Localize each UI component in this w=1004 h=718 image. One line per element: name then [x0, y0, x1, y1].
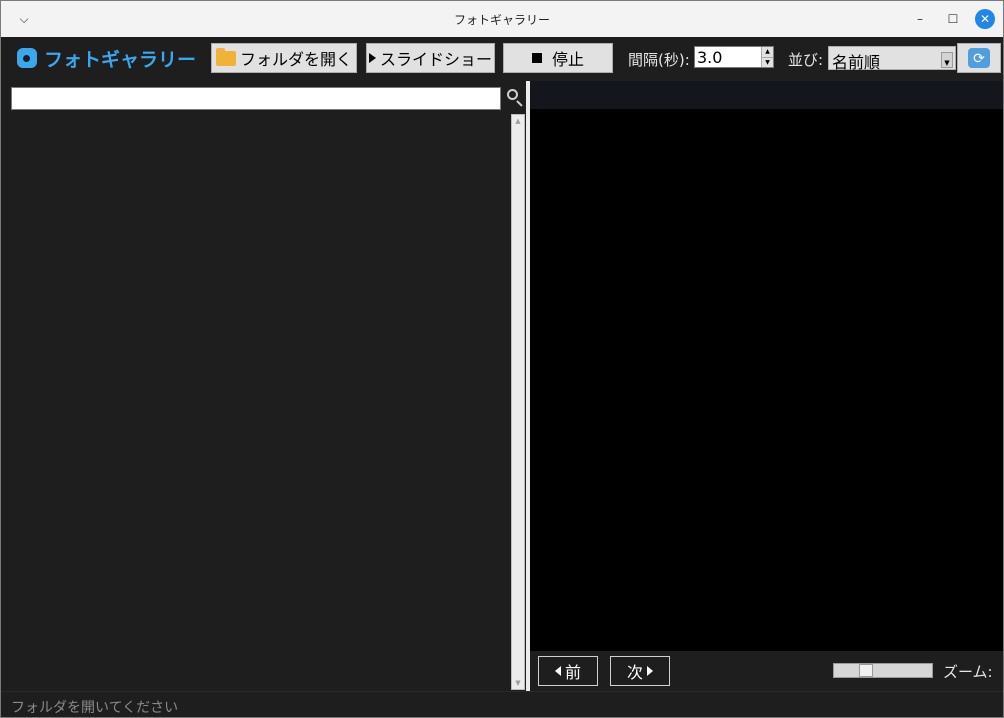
- window-title: フォトギャラリー: [453, 13, 550, 27]
- zoom-label: ズーム:: [943, 663, 993, 681]
- interval-label: 間隔(秒):: [628, 51, 690, 69]
- status-bar: フォルダを開いてください: [1, 691, 1003, 717]
- search-input[interactable]: [11, 87, 501, 110]
- interval-input[interactable]: [695, 47, 761, 67]
- status-text: フォルダを開いてください: [11, 700, 179, 716]
- next-label: 次: [626, 665, 643, 682]
- refresh-button[interactable]: ⟳: [957, 43, 1001, 73]
- app-name: フォトギャラリー: [44, 48, 197, 71]
- next-button[interactable]: 次: [610, 656, 670, 686]
- refresh-icon: ⟳: [968, 48, 990, 68]
- chevron-down-icon[interactable]: ▼: [941, 52, 953, 68]
- viewer-panel: 前 次 ズーム:: [530, 81, 1003, 691]
- open-folder-button[interactable]: フォルダを開く: [211, 43, 357, 73]
- stop-label: 停止: [551, 52, 584, 69]
- open-folder-label: フォルダを開く: [239, 52, 352, 69]
- play-icon: [368, 53, 376, 63]
- minimize-button[interactable]: –: [911, 10, 929, 28]
- camera-icon: [17, 48, 37, 68]
- thumbnail-list[interactable]: [9, 113, 509, 691]
- title-bar: ⌵ フォトギャラリー – ☐ ✕: [1, 1, 1003, 37]
- sort-label: 並び:: [788, 51, 824, 69]
- spin-up-button[interactable]: ▲: [761, 47, 773, 57]
- close-button[interactable]: ✕: [975, 9, 995, 29]
- thumbnail-panel: ▲ ▼: [3, 81, 528, 691]
- image-info-bar: [530, 81, 1003, 109]
- scroll-down-icon[interactable]: ▼: [512, 677, 524, 689]
- zoom-slider[interactable]: [833, 663, 933, 678]
- slideshow-label: スライドショー: [379, 52, 492, 69]
- triangle-right-icon: [647, 666, 653, 676]
- zoom-slider-thumb[interactable]: [859, 664, 873, 677]
- image-canvas[interactable]: [530, 109, 1003, 651]
- app-logo: フォトギャラリー: [17, 46, 197, 71]
- sort-value: 名前順: [832, 53, 881, 72]
- slideshow-button[interactable]: スライドショー: [366, 43, 495, 73]
- interval-spinbox: ▲ ▼: [694, 46, 774, 68]
- prev-button[interactable]: 前: [538, 656, 598, 686]
- triangle-left-icon: [554, 666, 561, 676]
- stop-button[interactable]: 停止: [503, 43, 613, 73]
- thumbnail-scrollbar[interactable]: ▲ ▼: [511, 114, 525, 690]
- prev-label: 前: [564, 665, 581, 682]
- stop-icon: [531, 53, 542, 63]
- toolbar: フォトギャラリー フォルダを開く スライドショー 停止 間隔(秒): ▲ ▼ 並…: [1, 37, 1003, 79]
- spin-down-button[interactable]: ▼: [761, 57, 773, 67]
- scroll-up-icon[interactable]: ▲: [512, 115, 524, 127]
- sort-select[interactable]: 名前順 ▼: [828, 46, 956, 72]
- search-icon[interactable]: [504, 87, 526, 109]
- maximize-button[interactable]: ☐: [944, 10, 962, 28]
- viewer-nav-bar: 前 次 ズーム:: [530, 651, 1003, 691]
- app-window: ⌵ フォトギャラリー – ☐ ✕ フォトギャラリー フォルダを開く スライドショ…: [0, 0, 1004, 718]
- folder-icon: [215, 47, 236, 66]
